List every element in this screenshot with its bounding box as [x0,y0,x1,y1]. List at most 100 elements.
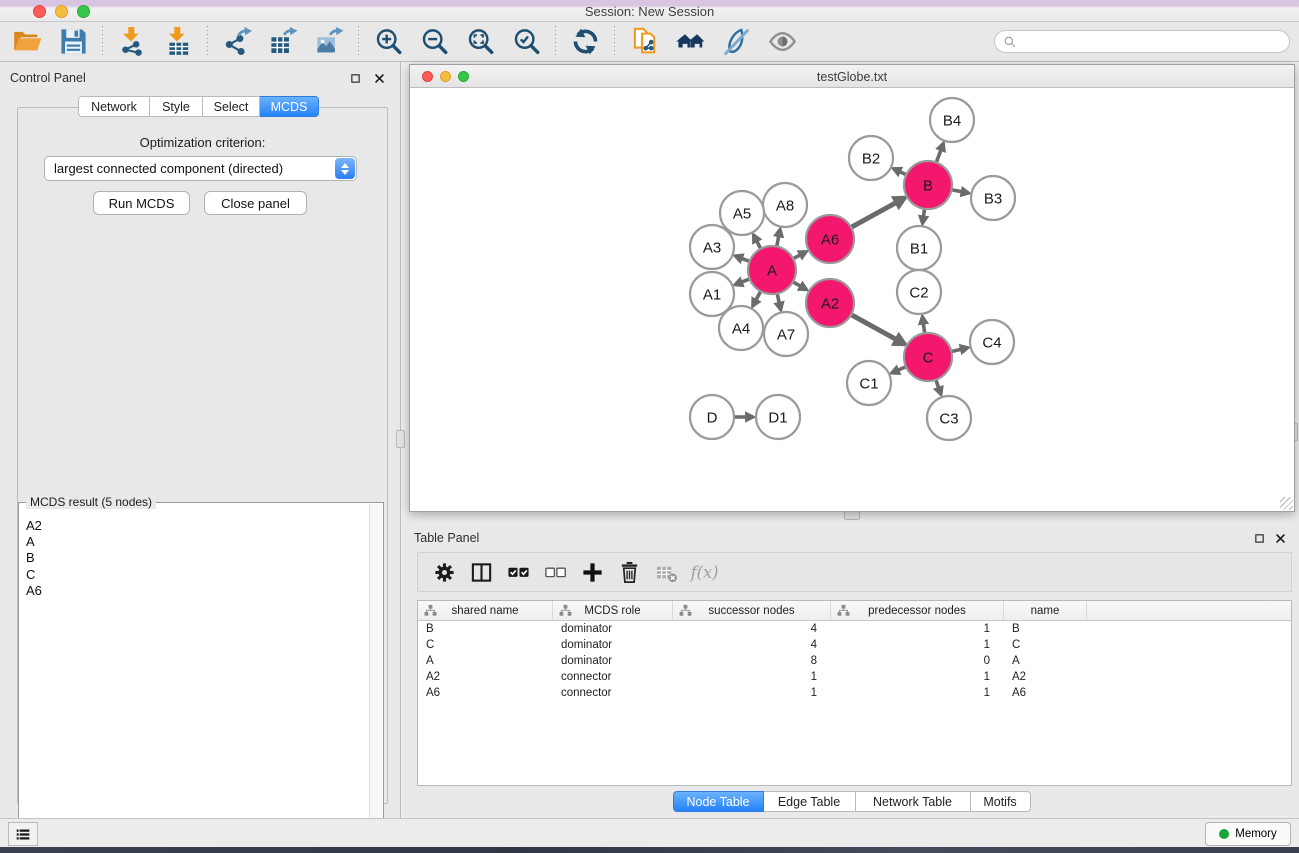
tab-edge-table[interactable]: Edge Table [764,791,856,812]
node-C3[interactable]: C3 [927,396,971,440]
node-label: D [707,409,718,426]
node-A2[interactable]: A2 [806,279,854,327]
column-header-predecessor-nodes[interactable]: predecessor nodes [831,601,1004,620]
function-builder-icon: f(x) [689,561,719,584]
export-image-button[interactable] [311,25,347,59]
node-B[interactable]: B [904,161,952,209]
node-A3[interactable]: A3 [690,225,734,269]
table-cell: A6 [418,687,553,699]
close-icon [1275,533,1286,544]
zoom-fit-button[interactable] [462,25,498,59]
memory-button[interactable]: Memory [1205,822,1291,846]
search-field[interactable] [994,30,1290,53]
table-cell: A2 [1004,671,1087,683]
close-table-panel-button[interactable] [1275,532,1287,544]
node-B4[interactable]: B4 [930,98,974,142]
left-splitter-grip[interactable] [396,430,405,448]
open-folder-button[interactable] [9,25,45,59]
close-panel-button[interactable] [374,72,386,84]
node-label: B [923,177,933,194]
run-mcds-button[interactable]: Run MCDS [93,191,190,215]
table-row[interactable]: A2connector11A2 [418,669,1291,685]
search-input[interactable] [1022,34,1281,50]
node-A6[interactable]: A6 [806,215,854,263]
node-C2[interactable]: C2 [897,270,941,314]
result-item[interactable]: A [26,534,369,550]
clone-network-button[interactable] [626,25,662,59]
zoom-selected-button[interactable] [508,25,544,59]
network-graph[interactable]: B4 B2 B B3 A8A5 A6 A3 B1 A C2 A1 A2 A4A7 C4 C C1 C3 D D1 [410,88,1294,511]
node-B2[interactable]: B2 [849,136,893,180]
memory-label: Memory [1235,828,1277,840]
zoom-out-button[interactable] [416,25,452,59]
tab-motifs[interactable]: Motifs [971,791,1031,812]
task-history-button[interactable] [8,822,38,846]
column-header-name[interactable]: name [1004,601,1087,620]
column-header-successor-nodes[interactable]: successor nodes [673,601,831,620]
column-header-shared-name[interactable]: shared name [418,601,553,620]
table-cell: A [1004,655,1087,667]
node-D[interactable]: D [690,395,734,439]
table-cell: dominator [553,639,673,651]
node-B3[interactable]: B3 [971,176,1015,220]
tab-mcds[interactable]: MCDS [260,96,319,117]
node-label: A6 [821,231,839,248]
tab-network[interactable]: Network [78,96,150,117]
criterion-dropdown[interactable]: largest connected component (directed) [44,156,357,181]
node-A[interactable]: A [748,246,796,294]
select-all-button[interactable] [500,555,537,589]
function-builder-button: f(x) [685,555,722,589]
tab-network-table[interactable]: Network Table [856,791,971,812]
node-A8[interactable]: A8 [763,183,807,227]
table-row[interactable]: Cdominator41C [418,637,1291,653]
deselect-all-button[interactable] [537,555,574,589]
float-panel-button[interactable] [350,72,362,84]
delete-column-button[interactable] [611,555,648,589]
node-A4[interactable]: A4 [719,306,763,350]
split-view-button[interactable] [463,555,500,589]
mcds-result-list[interactable]: A2ABCA6 [20,509,369,844]
node-C[interactable]: C [904,333,952,381]
column-settings-button[interactable] [426,555,463,589]
table-row[interactable]: A6connector11A6 [418,685,1291,701]
home-button[interactable] [672,25,708,59]
result-item[interactable]: A6 [26,583,369,599]
node-label: A1 [703,286,721,303]
node-A7[interactable]: A7 [764,312,808,356]
column-header-MCDS-role[interactable]: MCDS role [553,601,673,620]
eye-button[interactable] [764,25,800,59]
export-network-button[interactable] [219,25,255,59]
add-column-button[interactable] [574,555,611,589]
node-C1[interactable]: C1 [847,361,891,405]
status-bar: Memory [0,818,1299,847]
node-C4[interactable]: C4 [970,320,1014,364]
node-label: C [923,349,934,366]
node-B1[interactable]: B1 [897,226,941,270]
float-table-panel-button[interactable] [1254,532,1266,544]
result-item[interactable]: B [26,550,369,566]
export-table-button[interactable] [265,25,301,59]
tab-style[interactable]: Style [150,96,203,117]
table-row[interactable]: Adominator80A [418,653,1291,669]
tab-node-table[interactable]: Node Table [673,791,764,812]
tab-select[interactable]: Select [203,96,260,117]
table-tabs: Node TableEdge TableNetwork TableMotifs [673,791,1031,812]
result-scrollbar[interactable] [369,504,382,844]
close-panel-action-button[interactable]: Close panel [204,191,307,215]
window-resize-grip[interactable] [1280,497,1293,510]
node-A5[interactable]: A5 [720,191,764,235]
refresh-layout-button[interactable] [567,25,603,59]
zoom-in-button[interactable] [370,25,406,59]
table-row[interactable]: Bdominator41B [418,621,1291,637]
bottom-splitter-grip[interactable] [844,511,860,520]
graphics-details-button[interactable] [718,25,754,59]
network-canvas[interactable]: B4 B2 B B3 A8A5 A6 A3 B1 A C2 A1 A2 A4A7 C4 C C1 C3 D D1 [410,88,1294,511]
save-session-button[interactable] [55,25,91,59]
result-item[interactable]: C [26,567,369,583]
zoom-in-icon [374,27,403,56]
node-D1[interactable]: D1 [756,395,800,439]
import-table-button[interactable] [160,25,196,59]
import-network-button[interactable] [114,25,150,59]
eye-icon [768,27,797,56]
result-item[interactable]: A2 [26,518,369,534]
